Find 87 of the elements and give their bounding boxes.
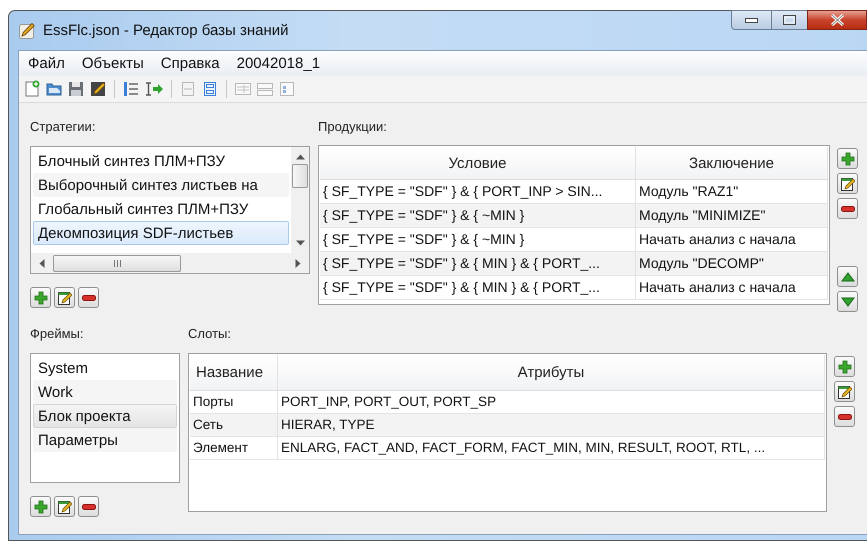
table-cell: Модуль "MINIMIZE" (636, 204, 828, 227)
move-down-button[interactable] (837, 291, 858, 312)
table-cell: Начать анализ с начала (636, 228, 828, 251)
minimize-button[interactable] (731, 10, 771, 30)
close-icon (830, 14, 844, 26)
plus-icon (34, 500, 48, 514)
notepad-pencil-icon (840, 176, 855, 192)
edit-button[interactable] (837, 173, 858, 194)
scroll-up-icon[interactable] (296, 154, 304, 160)
remove-button[interactable] (78, 287, 99, 308)
menu-item[interactable]: 20042018_1 (236, 55, 320, 72)
list-item[interactable]: Параметры (33, 428, 177, 452)
edit-button[interactable] (54, 496, 75, 517)
table-cell: { SF_TYPE = "SDF" } & { ~MIN } (320, 204, 636, 227)
add-button[interactable] (837, 148, 858, 169)
notepad-pencil-icon (57, 498, 72, 514)
edit-button[interactable] (834, 381, 855, 402)
remove-button[interactable] (78, 496, 99, 517)
remove-button[interactable] (834, 406, 855, 427)
plus-icon (840, 152, 854, 166)
table-cell: Элемент (190, 437, 278, 459)
table-cell: { SF_TYPE = "SDF" } & { MIN } & { PORT_... (320, 276, 636, 299)
minimize-icon (745, 18, 758, 22)
table-cell: { SF_TYPE = "SDF" } & { PORT_INP > SIN... (320, 180, 636, 203)
list-item[interactable]: Блочный синтез ПЛМ+ПЗУ (33, 149, 289, 173)
menu-item[interactable]: Объекты (82, 55, 144, 72)
minus-icon (840, 206, 854, 212)
cursor-arrow-icon[interactable] (144, 80, 164, 98)
table-cell: HIERAR, TYPE (278, 414, 825, 436)
scroll-thumb[interactable] (292, 164, 308, 188)
close-button[interactable] (807, 10, 867, 30)
remove-button[interactable] (837, 198, 858, 219)
list-box[interactable]: Блочный синтез ПЛМ+ПЗУ Выборочный синтез листьев на Глобальный синтез ПЛМ+ПЗУ Декомпозиция SDF-листьев (30, 146, 310, 274)
pencil-icon (18, 22, 36, 40)
table-cell: Начать анализ с начала (636, 276, 828, 299)
floppy-pencil-icon[interactable] (89, 80, 107, 98)
window-title: EssFlc.json - Редактор базы знаний (43, 22, 289, 39)
triangle-up-icon (840, 272, 854, 282)
column-header[interactable]: Название (190, 355, 278, 390)
minus-icon (838, 414, 852, 420)
vertical-scrollbar[interactable] (291, 147, 309, 253)
triangle-down-icon (840, 296, 854, 306)
table-cell: Модуль "DECOMP" (636, 252, 828, 275)
scroll-left-icon[interactable] (39, 258, 45, 268)
table-cell: { SF_TYPE = "SDF" } & { ~MIN } (320, 228, 636, 251)
column-header[interactable]: Условие (320, 147, 636, 179)
list-item[interactable]: Глобальный синтез ПЛМ+ПЗУ (33, 197, 289, 221)
table-cell: Модуль "RAZ1" (636, 180, 828, 203)
new-document-icon[interactable] (23, 80, 41, 98)
frame-icon[interactable] (201, 80, 219, 98)
scroll-down-icon[interactable] (296, 240, 304, 246)
notepad-pencil-icon (57, 290, 72, 306)
section-label: Продукции: (318, 119, 388, 135)
section-label: Фреймы: (30, 326, 84, 342)
add-button[interactable] (834, 356, 855, 377)
table-cell: { SF_TYPE = "SDF" } & { MIN } & { PORT_... (320, 252, 636, 275)
menu-item[interactable]: Файл (28, 55, 65, 72)
list-item[interactable]: Блок проекта (33, 404, 177, 428)
table-cell: Сеть (190, 414, 278, 436)
section-label: Стратегии: (30, 119, 96, 135)
grip-icon (112, 260, 122, 266)
plus-icon (34, 290, 48, 304)
maximize-button[interactable] (771, 10, 807, 30)
notepad-pencil-icon (837, 384, 852, 400)
list-item[interactable]: Work (33, 380, 177, 404)
list-item[interactable]: Декомпозиция SDF-листьев (33, 221, 289, 245)
minus-icon (82, 504, 96, 510)
plus-icon (838, 360, 852, 374)
add-button[interactable] (30, 496, 51, 517)
maximize-icon (783, 15, 796, 25)
menu-item[interactable]: Справка (160, 55, 220, 72)
edit-button[interactable] (54, 287, 75, 308)
list-item[interactable]: Выборочный синтез листьев на (33, 173, 289, 197)
numbered-list-icon[interactable] (122, 80, 140, 98)
column-header[interactable]: Заключение (636, 147, 828, 179)
move-up-button[interactable] (837, 266, 858, 287)
scroll-right-icon[interactable] (295, 258, 301, 268)
horizontal-scrollbar[interactable] (31, 253, 309, 273)
minus-icon (82, 294, 96, 300)
add-button[interactable] (30, 287, 51, 308)
list-box[interactable]: System Work Блок проекта Параметры (30, 353, 180, 483)
section-label: Слоты: (188, 326, 232, 342)
list-item[interactable]: System (33, 356, 177, 380)
table-cell: PORT_INP, PORT_OUT, PORT_SP (278, 391, 825, 413)
table-cell: Порты (190, 391, 278, 413)
column-header[interactable]: Атрибуты (278, 355, 825, 390)
table-cell: ENLARG, FACT_AND, FACT_FORM, FACT_MIN, MIN, RESULT, ROOT, RTL, ... (278, 437, 825, 459)
